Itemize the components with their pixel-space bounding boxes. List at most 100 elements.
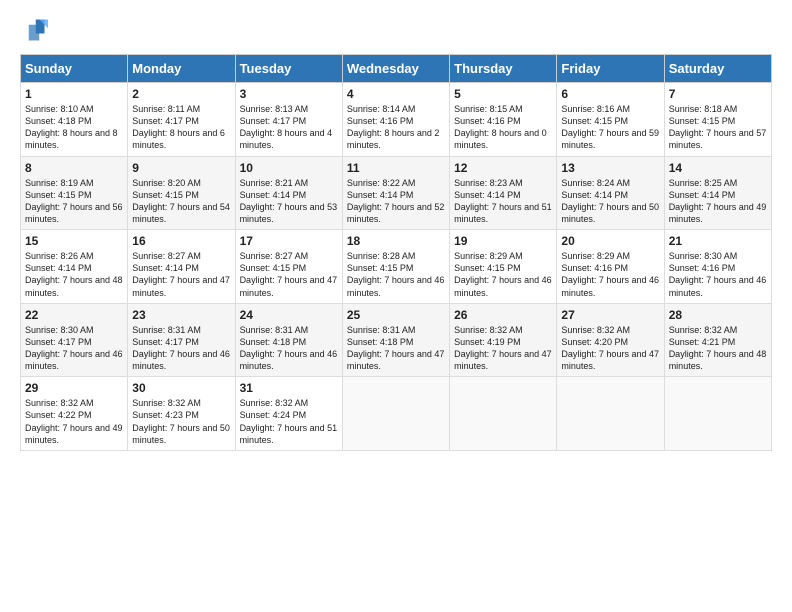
day-number: 16: [132, 234, 230, 248]
day-number: 18: [347, 234, 445, 248]
col-header-saturday: Saturday: [664, 55, 771, 83]
day-info: Sunrise: 8:32 AMSunset: 4:19 PMDaylight:…: [454, 324, 552, 373]
day-number: 10: [240, 161, 338, 175]
day-cell: [557, 377, 664, 451]
day-cell: 5 Sunrise: 8:15 AMSunset: 4:16 PMDaylight…: [450, 83, 557, 157]
day-cell: 11 Sunrise: 8:22 AMSunset: 4:14 PMDayligh…: [342, 156, 449, 230]
day-info: Sunrise: 8:31 AMSunset: 4:18 PMDaylight:…: [240, 324, 338, 373]
day-number: 15: [25, 234, 123, 248]
day-number: 2: [132, 87, 230, 101]
calendar-page: SundayMondayTuesdayWednesdayThursdayFrid…: [0, 0, 792, 461]
day-info: Sunrise: 8:32 AMSunset: 4:20 PMDaylight:…: [561, 324, 659, 373]
week-row-3: 15 Sunrise: 8:26 AMSunset: 4:14 PMDayligh…: [21, 230, 772, 304]
day-number: 26: [454, 308, 552, 322]
day-number: 21: [669, 234, 767, 248]
week-row-4: 22 Sunrise: 8:30 AMSunset: 4:17 PMDayligh…: [21, 303, 772, 377]
logo-icon: [20, 16, 48, 44]
day-info: Sunrise: 8:24 AMSunset: 4:14 PMDaylight:…: [561, 177, 659, 226]
day-info: Sunrise: 8:29 AMSunset: 4:16 PMDaylight:…: [561, 250, 659, 299]
day-number: 7: [669, 87, 767, 101]
day-cell: 15 Sunrise: 8:26 AMSunset: 4:14 PMDayligh…: [21, 230, 128, 304]
day-number: 27: [561, 308, 659, 322]
day-cell: 31 Sunrise: 8:32 AMSunset: 4:24 PMDayligh…: [235, 377, 342, 451]
day-info: Sunrise: 8:18 AMSunset: 4:15 PMDaylight:…: [669, 103, 767, 152]
day-number: 8: [25, 161, 123, 175]
day-cell: 13 Sunrise: 8:24 AMSunset: 4:14 PMDayligh…: [557, 156, 664, 230]
day-cell: [342, 377, 449, 451]
day-number: 24: [240, 308, 338, 322]
day-info: Sunrise: 8:26 AMSunset: 4:14 PMDaylight:…: [25, 250, 123, 299]
day-number: 5: [454, 87, 552, 101]
day-info: Sunrise: 8:15 AMSunset: 4:16 PMDaylight:…: [454, 103, 552, 152]
day-number: 1: [25, 87, 123, 101]
day-info: Sunrise: 8:13 AMSunset: 4:17 PMDaylight:…: [240, 103, 338, 152]
day-number: 17: [240, 234, 338, 248]
col-header-tuesday: Tuesday: [235, 55, 342, 83]
day-number: 23: [132, 308, 230, 322]
day-cell: 20 Sunrise: 8:29 AMSunset: 4:16 PMDayligh…: [557, 230, 664, 304]
day-number: 25: [347, 308, 445, 322]
day-info: Sunrise: 8:21 AMSunset: 4:14 PMDaylight:…: [240, 177, 338, 226]
col-header-friday: Friday: [557, 55, 664, 83]
calendar-table: SundayMondayTuesdayWednesdayThursdayFrid…: [20, 54, 772, 451]
day-cell: 26 Sunrise: 8:32 AMSunset: 4:19 PMDayligh…: [450, 303, 557, 377]
col-header-wednesday: Wednesday: [342, 55, 449, 83]
day-info: Sunrise: 8:10 AMSunset: 4:18 PMDaylight:…: [25, 103, 123, 152]
day-info: Sunrise: 8:31 AMSunset: 4:17 PMDaylight:…: [132, 324, 230, 373]
day-cell: 16 Sunrise: 8:27 AMSunset: 4:14 PMDayligh…: [128, 230, 235, 304]
day-cell: 9 Sunrise: 8:20 AMSunset: 4:15 PMDaylight…: [128, 156, 235, 230]
header: [20, 16, 772, 44]
day-cell: 22 Sunrise: 8:30 AMSunset: 4:17 PMDayligh…: [21, 303, 128, 377]
day-cell: 23 Sunrise: 8:31 AMSunset: 4:17 PMDayligh…: [128, 303, 235, 377]
day-number: 31: [240, 381, 338, 395]
day-number: 12: [454, 161, 552, 175]
day-number: 13: [561, 161, 659, 175]
day-cell: 29Sunrise: 8:32 AMSunset: 4:22 PMDayligh…: [21, 377, 128, 451]
week-row-2: 8 Sunrise: 8:19 AMSunset: 4:15 PMDaylight…: [21, 156, 772, 230]
day-info: Sunrise: 8:32 AMSunset: 4:21 PMDaylight:…: [669, 324, 767, 373]
day-info: Sunrise: 8:19 AMSunset: 4:15 PMDaylight:…: [25, 177, 123, 226]
day-info: Sunrise: 8:29 AMSunset: 4:15 PMDaylight:…: [454, 250, 552, 299]
week-row-5: 29Sunrise: 8:32 AMSunset: 4:22 PMDayligh…: [21, 377, 772, 451]
day-cell: 30Sunrise: 8:32 AMSunset: 4:23 PMDayligh…: [128, 377, 235, 451]
day-info: Sunrise: 8:31 AMSunset: 4:18 PMDaylight:…: [347, 324, 445, 373]
day-cell: 25 Sunrise: 8:31 AMSunset: 4:18 PMDayligh…: [342, 303, 449, 377]
day-number: 4: [347, 87, 445, 101]
day-info: Sunrise: 8:27 AMSunset: 4:15 PMDaylight:…: [240, 250, 338, 299]
day-cell: 14 Sunrise: 8:25 AMSunset: 4:14 PMDayligh…: [664, 156, 771, 230]
day-info: Sunrise: 8:28 AMSunset: 4:15 PMDaylight:…: [347, 250, 445, 299]
col-header-monday: Monday: [128, 55, 235, 83]
day-cell: 4 Sunrise: 8:14 AMSunset: 4:16 PMDaylight…: [342, 83, 449, 157]
day-cell: 6Sunrise: 8:16 AMSunset: 4:15 PMDaylight…: [557, 83, 664, 157]
day-number: 30: [132, 381, 230, 395]
day-number: 6: [561, 87, 659, 101]
day-cell: 2 Sunrise: 8:11 AMSunset: 4:17 PMDaylight…: [128, 83, 235, 157]
day-cell: 7 Sunrise: 8:18 AMSunset: 4:15 PMDaylight…: [664, 83, 771, 157]
day-cell: 19Sunrise: 8:29 AMSunset: 4:15 PMDayligh…: [450, 230, 557, 304]
day-cell: 8 Sunrise: 8:19 AMSunset: 4:15 PMDaylight…: [21, 156, 128, 230]
day-cell: [664, 377, 771, 451]
day-info: Sunrise: 8:25 AMSunset: 4:14 PMDaylight:…: [669, 177, 767, 226]
day-number: 22: [25, 308, 123, 322]
day-number: 11: [347, 161, 445, 175]
week-row-1: 1 Sunrise: 8:10 AMSunset: 4:18 PMDaylight…: [21, 83, 772, 157]
day-number: 14: [669, 161, 767, 175]
day-info: Sunrise: 8:14 AMSunset: 4:16 PMDaylight:…: [347, 103, 445, 152]
day-number: 9: [132, 161, 230, 175]
day-info: Sunrise: 8:11 AMSunset: 4:17 PMDaylight:…: [132, 103, 230, 152]
day-number: 20: [561, 234, 659, 248]
day-info: Sunrise: 8:22 AMSunset: 4:14 PMDaylight:…: [347, 177, 445, 226]
day-cell: 12Sunrise: 8:23 AMSunset: 4:14 PMDayligh…: [450, 156, 557, 230]
day-cell: 17 Sunrise: 8:27 AMSunset: 4:15 PMDayligh…: [235, 230, 342, 304]
day-cell: [450, 377, 557, 451]
logo: [20, 16, 52, 44]
day-info: Sunrise: 8:27 AMSunset: 4:14 PMDaylight:…: [132, 250, 230, 299]
day-info: Sunrise: 8:20 AMSunset: 4:15 PMDaylight:…: [132, 177, 230, 226]
day-cell: 27 Sunrise: 8:32 AMSunset: 4:20 PMDayligh…: [557, 303, 664, 377]
day-cell: 28Sunrise: 8:32 AMSunset: 4:21 PMDayligh…: [664, 303, 771, 377]
col-header-thursday: Thursday: [450, 55, 557, 83]
day-cell: 1 Sunrise: 8:10 AMSunset: 4:18 PMDaylight…: [21, 83, 128, 157]
day-info: Sunrise: 8:32 AMSunset: 4:24 PMDaylight:…: [240, 397, 338, 446]
day-number: 29: [25, 381, 123, 395]
day-info: Sunrise: 8:30 AMSunset: 4:17 PMDaylight:…: [25, 324, 123, 373]
